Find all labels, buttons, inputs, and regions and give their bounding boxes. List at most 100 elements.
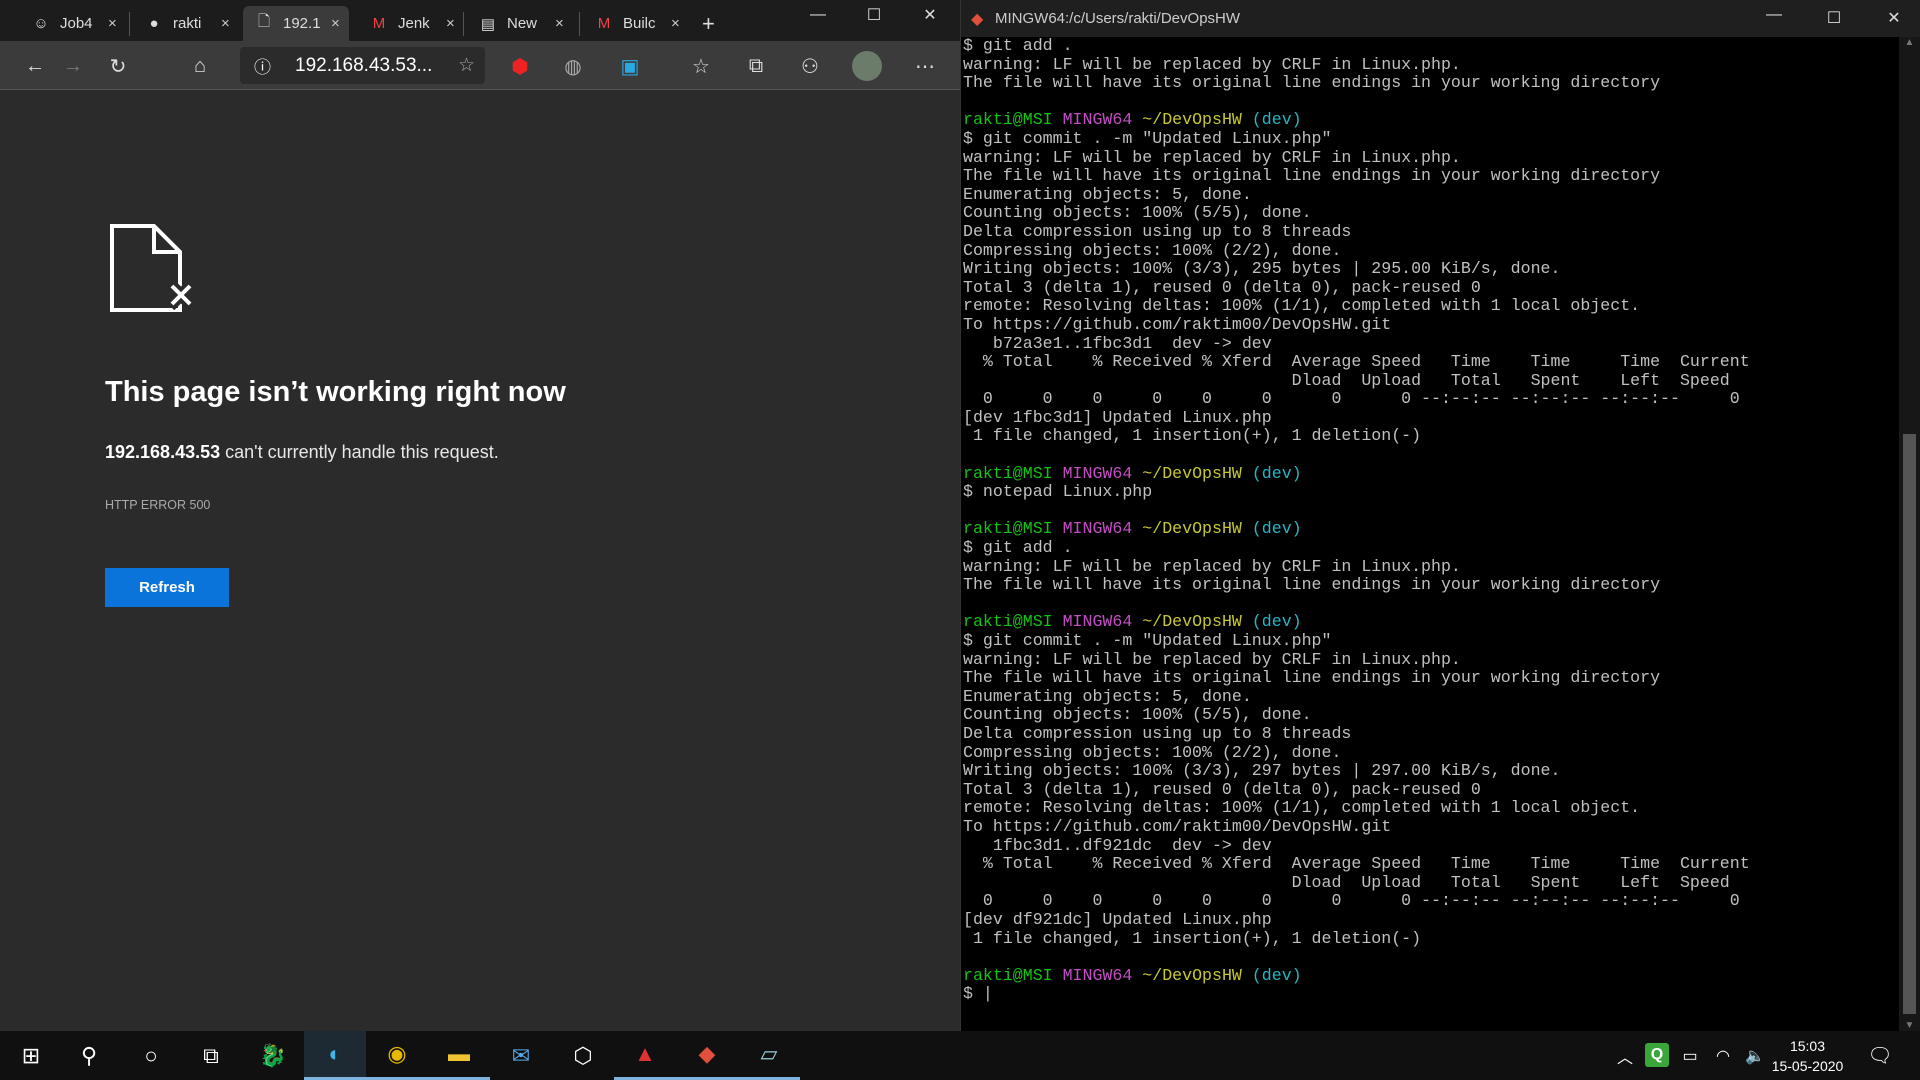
- tab-close-icon[interactable]: ×: [446, 15, 455, 32]
- terminal-line: 0 0 0 0 0 0 0 0 --:--:-- --:--:-- --:--:…: [963, 891, 1740, 911]
- browser-maximize-button[interactable]: ☐: [846, 0, 902, 30]
- scrollbar[interactable]: ▲ ▼: [1899, 37, 1920, 1031]
- close-button[interactable]: ✕: [1866, 3, 1920, 33]
- tab-close-icon[interactable]: ×: [331, 15, 340, 32]
- search-icon[interactable]: ⚲: [58, 1031, 120, 1080]
- prompt-path: ~/DevOpsHW: [1142, 519, 1242, 539]
- prompt-user: rakti@MSI: [963, 519, 1053, 539]
- show-hidden-icons-chevron-icon[interactable]: ︿: [1610, 1031, 1640, 1080]
- tab-label: rakti: [173, 15, 202, 32]
- error-title: This page isn’t working right now: [105, 376, 566, 408]
- new-tab-button[interactable]: +: [692, 6, 715, 41]
- browser-window: ☺ Job4 × ● rakti × 🗋 192.1 × M Jenk × ▤ New × M Builc × + —…: [0, 0, 960, 1031]
- browser-close-button[interactable]: ✕: [902, 0, 958, 30]
- clock[interactable]: 15:03 15-05-2020: [1770, 1031, 1845, 1080]
- prompt-branch: (dev): [1251, 965, 1302, 985]
- cortana-icon[interactable]: ○: [120, 1031, 182, 1080]
- terminal-prompt: rakti@MSI MINGW64 ~/DevOpsHW (dev): [963, 520, 1893, 539]
- terminal-line: Enumerating objects: 5, done.: [963, 184, 1252, 204]
- maximize-button[interactable]: ☐: [1806, 3, 1862, 33]
- action-center-icon[interactable]: 🗨: [1865, 1031, 1895, 1080]
- qbittorrent-tray-icon[interactable]: Q: [1645, 1043, 1669, 1067]
- adblock-extension-icon[interactable]: ⬢: [505, 51, 535, 81]
- chrome-icon[interactable]: ◉: [366, 1031, 428, 1080]
- terminal-line: b72a3e1..1fbc3d1 dev -> dev: [963, 333, 1272, 353]
- battery-icon[interactable]: ▭: [1675, 1031, 1705, 1080]
- error-message: 192.168.43.53 can't currently handle thi…: [105, 442, 499, 463]
- edge-icon[interactable]: ◐: [304, 1031, 366, 1080]
- browser-minimize-button[interactable]: —: [790, 0, 846, 30]
- mail-icon[interactable]: ✉: [490, 1031, 552, 1080]
- clock-date: 15-05-2020: [1771, 1057, 1844, 1074]
- tab-divider: [579, 12, 580, 36]
- tab-rakti[interactable]: ● rakti ×: [133, 6, 238, 41]
- terminal-titlebar: ◆ MINGW64:/c/Users/rakti/DevOpsHW — ☐ ✕: [961, 0, 1920, 37]
- prompt-sys: MINGW64: [1062, 612, 1133, 632]
- start-icon[interactable]: ⊞: [0, 1031, 62, 1080]
- terminal-line: Total 3 (delta 1), reused 0 (delta 0), p…: [963, 277, 1481, 297]
- reload-button[interactable]: ↻: [103, 51, 133, 81]
- scrollbar-thumb[interactable]: [1903, 434, 1916, 1014]
- tab-new[interactable]: ▤ New ×: [467, 6, 572, 41]
- address-text: 192.168.43.53...: [295, 54, 433, 76]
- terminal-line: The file will have its original line end…: [963, 575, 1661, 595]
- msi-dragon-icon[interactable]: 🐉: [242, 1031, 304, 1080]
- wifi-icon[interactable]: ◠: [1708, 1031, 1738, 1080]
- tab-close-icon[interactable]: ×: [108, 15, 117, 32]
- tab-divider: [463, 12, 464, 36]
- tab-close-icon[interactable]: ×: [221, 15, 230, 32]
- git-bash-icon[interactable]: ◆: [676, 1031, 738, 1080]
- terminal-line: warning: LF will be replaced by CRLF in …: [963, 147, 1461, 167]
- address-bar[interactable]: ⓘ 192.168.43.53... ☆: [240, 47, 485, 84]
- extension-icon[interactable]: ▣: [615, 51, 645, 81]
- home-button[interactable]: ⌂: [185, 51, 215, 81]
- tab-close-icon[interactable]: ×: [671, 15, 680, 32]
- tab-builc[interactable]: M Builc ×: [583, 6, 688, 41]
- rufus-icon[interactable]: ▲: [614, 1031, 676, 1080]
- jenkins-icon: ☺: [33, 15, 49, 32]
- terminal-window: ◆ MINGW64:/c/Users/rakti/DevOpsHW — ☐ ✕ …: [960, 0, 1920, 1031]
- terminal-line: Dload Upload Total Spent Left Speed: [963, 872, 1730, 892]
- virtualbox-icon[interactable]: ⬡: [552, 1031, 614, 1080]
- terminal-line: To https://github.com/raktim00/DevOpsHW.…: [963, 314, 1392, 334]
- favorites-icon[interactable]: ☆: [686, 51, 716, 81]
- forward-button[interactable]: →: [58, 51, 88, 81]
- tab-jenk[interactable]: M Jenk ×: [358, 6, 463, 41]
- terminal-prompt: rakti@MSI MINGW64 ~/DevOpsHW (dev): [963, 613, 1893, 632]
- favorite-star-icon[interactable]: ☆: [458, 54, 475, 77]
- refresh-button[interactable]: Refresh: [105, 568, 229, 607]
- tab-close-icon[interactable]: ×: [555, 15, 564, 32]
- terminal-line: $ git commit . -m "Updated Linux.php": [963, 128, 1332, 148]
- feedback-icon[interactable]: ⚇: [795, 51, 825, 81]
- site-info-icon[interactable]: ⓘ: [254, 53, 271, 78]
- profile-avatar[interactable]: [852, 51, 882, 81]
- error-host: 192.168.43.53: [105, 442, 221, 462]
- gmail-icon: M: [597, 15, 611, 32]
- tab-job4[interactable]: ☺ Job4 ×: [20, 6, 125, 41]
- file-explorer-icon[interactable]: ▬: [428, 1031, 490, 1080]
- terminal-line: Dload Upload Total Spent Left Speed: [963, 370, 1730, 390]
- collections-icon[interactable]: ⧉: [741, 51, 771, 81]
- settings-more-icon[interactable]: ⋯: [910, 51, 940, 81]
- back-button[interactable]: ←: [20, 51, 50, 81]
- browser-toolbar: ← → ↻ ⌂ ⓘ 192.168.43.53... ☆ ⬢ ◍ ▣ ☆ ⧉ ⚇…: [0, 41, 960, 90]
- gmail-icon: M: [372, 15, 386, 32]
- prompt-path: ~/DevOpsHW: [1142, 612, 1242, 632]
- terminal-line: Delta compression using up to 8 threads: [963, 723, 1352, 743]
- tab-1921[interactable]: 🗋 192.1 ×: [243, 6, 349, 41]
- terminal-line: Compressing objects: 100% (2/2), done.: [963, 240, 1342, 260]
- terminal-line: Compressing objects: 100% (2/2), done.: [963, 742, 1342, 762]
- minimize-button[interactable]: —: [1746, 0, 1802, 30]
- terminal-output[interactable]: $ git add . warning: LF will be replaced …: [963, 36, 1893, 1004]
- prompt-sys: MINGW64: [1062, 110, 1133, 130]
- prompt-branch: (dev): [1251, 463, 1302, 483]
- volume-icon[interactable]: 🔈: [1740, 1031, 1770, 1080]
- terminal-line: warning: LF will be replaced by CRLF in …: [963, 54, 1461, 74]
- globe-extension-icon[interactable]: ◍: [558, 51, 588, 81]
- task-view-icon[interactable]: ⧉: [180, 1031, 242, 1080]
- notepad-icon[interactable]: ▱: [738, 1031, 800, 1080]
